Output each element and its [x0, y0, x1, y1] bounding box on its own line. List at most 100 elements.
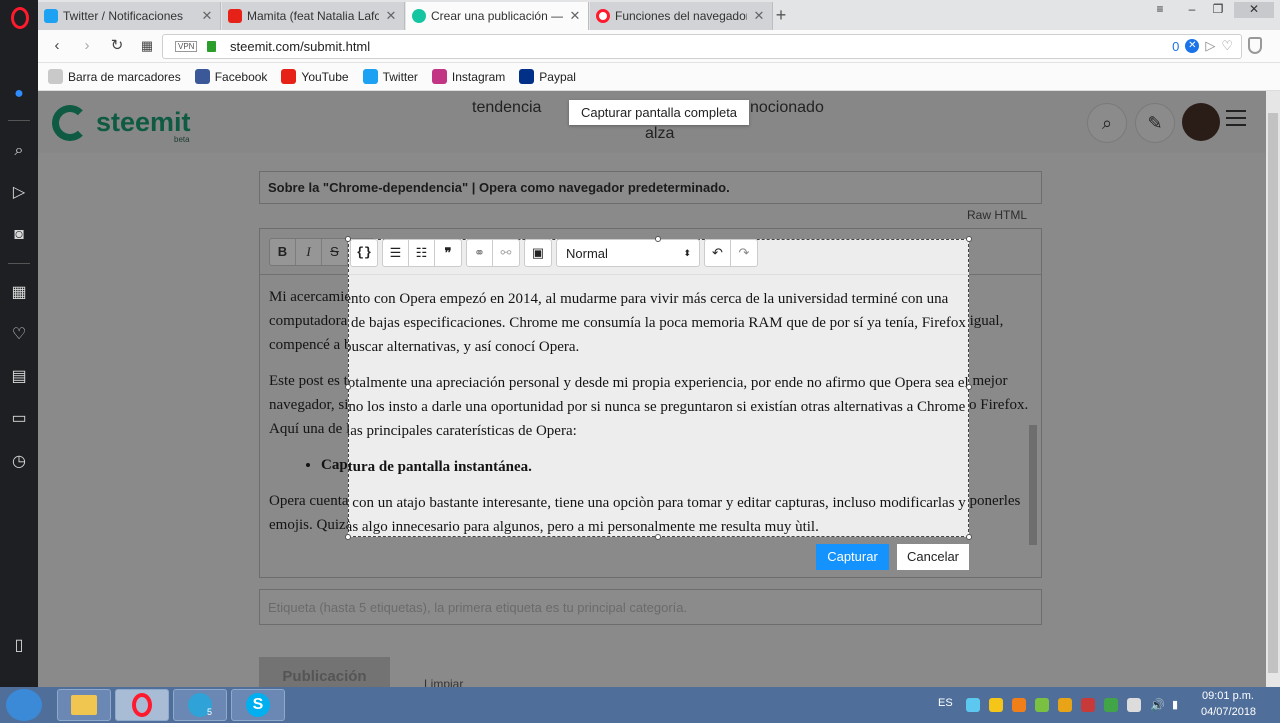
reload-button[interactable]: ↻ — [108, 37, 126, 55]
resize-handle[interactable] — [966, 236, 972, 242]
resize-handle[interactable] — [345, 534, 351, 540]
taskbar-telegram[interactable]: 5 — [173, 689, 227, 721]
close-icon[interactable]: ✕ — [752, 8, 766, 24]
search-icon[interactable]: ⌕ — [9, 141, 29, 161]
resize-handle[interactable] — [345, 384, 351, 390]
numbered-list-icon[interactable]: ☷ — [409, 240, 435, 266]
search-icon[interactable]: ⌕ — [1087, 103, 1127, 143]
tab-youtube[interactable]: Mamita (feat Natalia Lafou ✕ — [222, 2, 405, 30]
tab-steemit[interactable]: Crear una publicación — S ✕ — [406, 2, 589, 30]
send-icon[interactable]: ▷ — [1205, 38, 1215, 54]
bookmark-facebook[interactable]: Facebook — [194, 69, 267, 84]
volume-icon[interactable]: 🔊 — [1150, 698, 1165, 712]
sidebar-toggle-icon[interactable]: ▯ — [9, 636, 29, 656]
taskbar-opera[interactable] — [115, 689, 169, 721]
italic-button[interactable]: I — [296, 239, 322, 265]
tray-app-icon[interactable] — [966, 698, 980, 712]
clock-time[interactable]: 09:01 p.m. — [1202, 690, 1254, 702]
maximize-button[interactable]: ❐ — [1206, 2, 1230, 18]
tab-twitter[interactable]: Twitter / Notificaciones ✕ — [38, 2, 221, 30]
resize-handle[interactable] — [966, 384, 972, 390]
cancel-button[interactable]: Cancelar — [897, 544, 969, 570]
speed-dial-icon[interactable]: ▦ — [138, 37, 156, 55]
bookmark-youtube[interactable]: YouTube — [281, 69, 349, 84]
tray-app-icon[interactable] — [1104, 698, 1118, 712]
clear-link[interactable]: Limpiar — [424, 677, 463, 687]
capture-button[interactable]: Capturar — [816, 544, 889, 570]
avatar[interactable] — [1182, 103, 1220, 141]
hamburger-menu-icon[interactable] — [1226, 110, 1246, 126]
resize-handle[interactable] — [655, 236, 661, 242]
bookmark-paypal[interactable]: Paypal — [519, 69, 576, 84]
url-field[interactable]: VPN steemit.com/submit.html 0 ✕ ▷ ♡ — [162, 34, 1242, 59]
new-tab-button[interactable]: + — [771, 6, 791, 24]
bold-button[interactable]: B — [270, 239, 296, 265]
opera-menu-button[interactable] — [0, 0, 38, 30]
tray-app-icon[interactable] — [1058, 698, 1072, 712]
code-button[interactable]: {} — [351, 240, 377, 266]
close-window-button[interactable]: ✕ — [1234, 2, 1274, 18]
tray-app-icon[interactable] — [1035, 698, 1049, 712]
tabs-icon[interactable]: ▭ — [9, 409, 29, 429]
taskbar-explorer[interactable] — [57, 689, 111, 721]
back-button[interactable]: ‹ — [48, 37, 66, 55]
bullet-list-icon[interactable]: ☰ — [383, 240, 409, 266]
heart-icon[interactable]: ♡ — [9, 325, 29, 345]
start-button[interactable] — [6, 689, 42, 721]
flag-icon[interactable] — [1127, 698, 1141, 712]
history-icon[interactable]: ◷ — [9, 452, 29, 472]
tray-app-icon[interactable] — [1081, 698, 1095, 712]
close-icon[interactable]: ✕ — [384, 8, 398, 24]
raw-html-toggle[interactable]: Raw HTML — [967, 208, 1027, 222]
minimize-button[interactable]: – — [1180, 2, 1204, 18]
tags-input[interactable]: Etiqueta (hasta 5 etiquetas), la primera… — [259, 589, 1042, 625]
scroll-thumb[interactable] — [1029, 425, 1037, 545]
resize-handle[interactable] — [655, 534, 661, 540]
bookmark-twitter[interactable]: Twitter — [362, 69, 418, 84]
news-icon[interactable]: ▤ — [9, 367, 29, 387]
nav-tendencia[interactable]: tendencia — [472, 99, 541, 117]
unlink-icon[interactable]: ⚯ — [493, 240, 519, 266]
close-icon[interactable]: ✕ — [568, 8, 582, 24]
nav-promocionado[interactable]: nocionado — [750, 99, 824, 117]
page-scrollbar[interactable] — [1266, 91, 1280, 687]
pencil-icon[interactable]: ✎ — [1135, 103, 1175, 143]
redo-icon[interactable]: ↷ — [731, 240, 757, 266]
image-icon[interactable]: ▣ — [525, 240, 551, 266]
tab-opera-features[interactable]: Funciones del navegador ✕ — [590, 2, 773, 30]
scroll-thumb[interactable] — [1268, 113, 1278, 673]
editor-scrollbar[interactable] — [1027, 285, 1039, 575]
publish-button[interactable]: Publicación — [259, 657, 390, 687]
steemit-logo[interactable]: steemit — [96, 107, 191, 138]
close-icon[interactable]: ✕ — [200, 8, 214, 24]
strikethrough-button[interactable]: S — [322, 239, 348, 265]
nav-alza[interactable]: alza — [645, 125, 674, 143]
tray-app-icon[interactable] — [989, 698, 1003, 712]
bookmark-instagram[interactable]: Instagram — [431, 69, 505, 84]
flow-send-icon[interactable]: ▷ — [9, 183, 29, 203]
shield-icon[interactable] — [1248, 37, 1262, 54]
post-title-input[interactable]: Sobre la "Chrome-dependencia" | Opera co… — [259, 171, 1042, 204]
quote-icon[interactable]: ❞ — [435, 240, 461, 266]
messenger-icon[interactable]: ● — [9, 84, 29, 104]
camera-icon[interactable]: ◙ — [9, 225, 29, 245]
language-indicator[interactable]: ES — [938, 697, 953, 709]
full-screen-capture-button[interactable]: Capturar pantalla completa — [569, 100, 749, 125]
heart-icon[interactable]: ♡ — [1221, 38, 1233, 54]
forward-button[interactable]: › — [78, 37, 96, 55]
speed-dial-icon[interactable]: ▦ — [9, 283, 29, 303]
link-icon[interactable]: ⚭ — [467, 240, 493, 266]
adblock-icon[interactable]: ✕ — [1185, 39, 1200, 53]
steemit-logo-icon[interactable] — [52, 105, 88, 141]
undo-icon[interactable]: ↶ — [705, 240, 731, 266]
format-select[interactable]: Normal ⬍ — [556, 239, 700, 267]
resize-handle[interactable] — [345, 236, 351, 242]
tray-app-icon[interactable] — [1012, 698, 1026, 712]
vpn-badge[interactable]: VPN — [175, 41, 198, 52]
tab-menu-icon[interactable]: ≡ — [1148, 2, 1172, 18]
clock-date[interactable]: 04/07/2018 — [1201, 706, 1256, 718]
bookmark-folder[interactable]: Barra de marcadores — [48, 69, 181, 84]
taskbar-skype[interactable]: S — [231, 689, 285, 721]
network-icon[interactable]: ▮ — [1172, 698, 1186, 712]
resize-handle[interactable] — [966, 534, 972, 540]
